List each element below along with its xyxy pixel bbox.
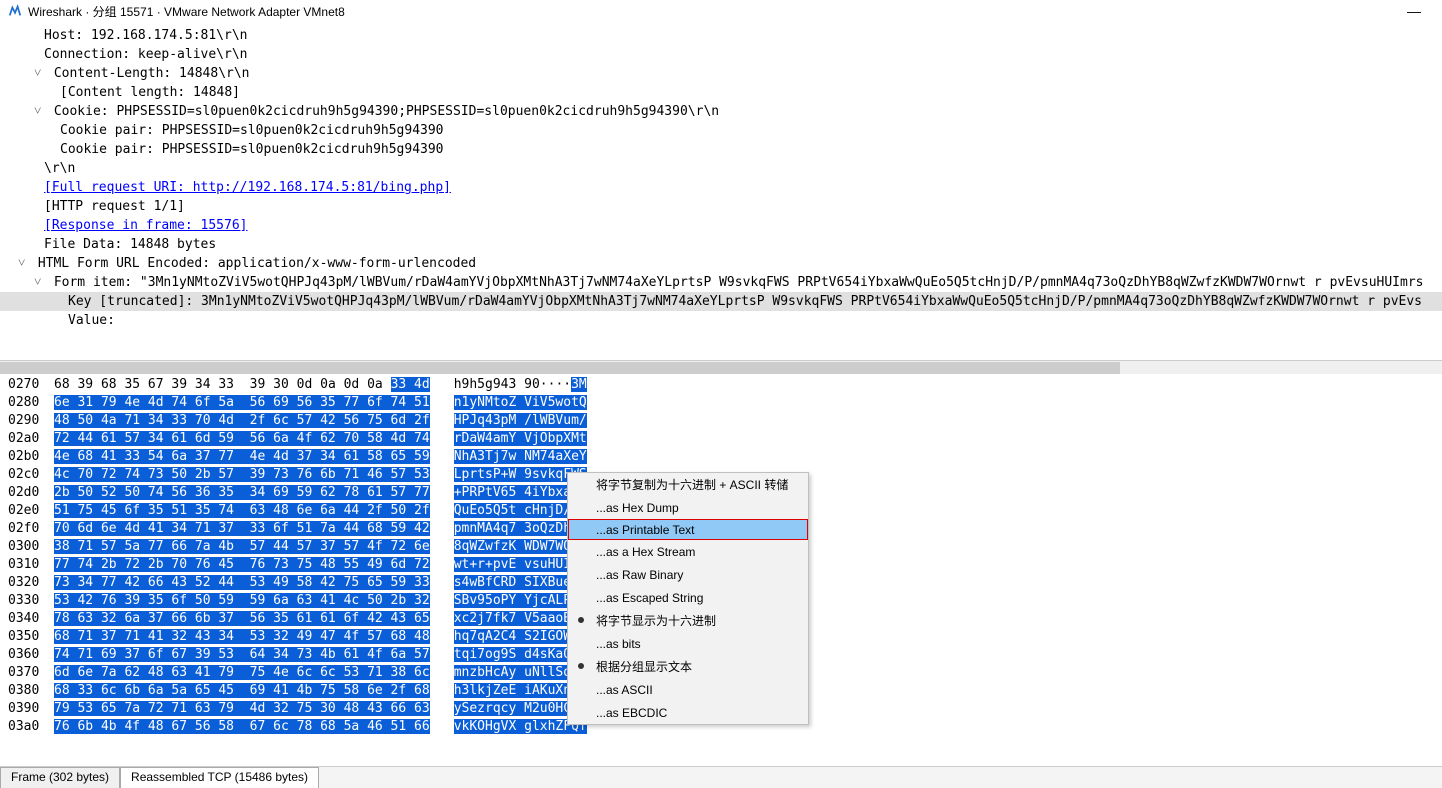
detail-form-header[interactable]: ˅ HTML Form URL Encoded: application/x-w… (0, 254, 1442, 273)
menu-item-hex-stream[interactable]: ...as a Hex Stream (568, 540, 808, 563)
hex-row[interactable]: 02a072 44 61 57 34 61 6d 59 56 6a 4f 62 … (0, 430, 1442, 448)
wireshark-icon (8, 4, 22, 18)
hex-ascii[interactable]: NhA3Tj7w NM74aXeY (454, 448, 587, 466)
hex-bytes[interactable]: 70 6d 6e 4d 41 34 71 37 33 6f 51 7a 44 6… (54, 520, 430, 538)
hex-offset: 0310 (0, 556, 54, 574)
menu-item-ebcdic[interactable]: ...as EBCDIC (568, 701, 808, 724)
hex-offset: 03a0 (0, 718, 54, 736)
detail-content-length[interactable]: ˅ Content-Length: 14848\r\n (0, 64, 1442, 83)
hex-offset: 02e0 (0, 502, 54, 520)
hex-offset: 0350 (0, 628, 54, 646)
hex-bytes[interactable]: 48 50 4a 71 34 33 70 4d 2f 6c 57 42 56 7… (54, 412, 430, 430)
hex-offset: 0340 (0, 610, 54, 628)
detail-value[interactable]: Value: (0, 311, 1442, 330)
hex-bytes[interactable]: 76 6b 4b 4f 48 67 56 58 67 6c 78 68 5a 4… (54, 718, 430, 736)
tab-reassembled-tcp[interactable]: Reassembled TCP (15486 bytes) (120, 767, 319, 788)
menu-item-raw-binary[interactable]: ...as Raw Binary (568, 563, 808, 586)
hex-bytes[interactable]: 53 42 76 39 35 6f 50 59 59 6a 63 41 4c 5… (54, 592, 430, 610)
hex-offset: 02a0 (0, 430, 54, 448)
tab-frame[interactable]: Frame (302 bytes) (0, 767, 120, 788)
hex-bytes[interactable]: 77 74 2b 72 2b 70 76 45 76 73 75 48 55 4… (54, 556, 430, 574)
menu-item-hex-dump[interactable]: ...as Hex Dump (568, 496, 808, 519)
detail-connection[interactable]: Connection: keep-alive\r\n (0, 45, 1442, 64)
packet-detail-pane[interactable]: Host: 192.168.174.5:81\r\n Connection: k… (0, 22, 1442, 360)
hex-bytes[interactable]: 68 33 6c 6b 6a 5a 65 45 69 41 4b 75 58 6… (54, 682, 430, 700)
menu-header-show-bytes: 将字节显示为十六进制 (568, 609, 808, 632)
window-controls: — (1404, 3, 1434, 19)
detail-file-data[interactable]: File Data: 14848 bytes (0, 235, 1442, 254)
hex-offset: 02f0 (0, 520, 54, 538)
hex-offset: 0300 (0, 538, 54, 556)
hex-row[interactable]: 027068 39 68 35 67 39 34 33 39 30 0d 0a … (0, 376, 1442, 394)
menu-item-ascii[interactable]: ...as ASCII (568, 678, 808, 701)
menu-header-copy-bytes: 将字节复制为十六进制 + ASCII 转储 (568, 473, 808, 496)
minimize-button[interactable]: — (1404, 3, 1424, 19)
menu-item-bits[interactable]: ...as bits (568, 632, 808, 655)
hex-offset: 02c0 (0, 466, 54, 484)
scrollbar-horizontal[interactable] (0, 360, 1442, 374)
hex-ascii[interactable]: rDaW4amY VjObpXMt (454, 430, 587, 448)
hex-bytes[interactable]: 78 63 32 6a 37 66 6b 37 56 35 61 61 6f 4… (54, 610, 430, 628)
hex-ascii[interactable]: n1yNMtoZ ViV5wotQ (454, 394, 587, 412)
hex-ascii[interactable]: h9h5g943 90····3M (454, 376, 587, 394)
menu-header-show-text: 根据分组显示文本 (568, 655, 808, 678)
hex-offset: 0270 (0, 376, 54, 394)
hex-offset: 0290 (0, 412, 54, 430)
hex-offset: 0370 (0, 664, 54, 682)
detail-cookie[interactable]: ˅ Cookie: PHPSESSID=sl0puen0k2cicdruh9h5… (0, 102, 1442, 121)
hex-bytes[interactable]: 73 34 77 42 66 43 52 44 53 49 58 42 75 6… (54, 574, 430, 592)
hex-bytes[interactable]: 74 71 69 37 6f 67 39 53 64 34 73 4b 61 4… (54, 646, 430, 664)
bullet-icon (578, 617, 584, 623)
hex-offset: 0380 (0, 682, 54, 700)
hex-offset: 0360 (0, 646, 54, 664)
hex-offset: 0390 (0, 700, 54, 718)
chevron-down-icon[interactable]: ˅ (34, 64, 46, 83)
detail-crlf[interactable]: \r\n (0, 159, 1442, 178)
detail-response-frame[interactable]: [Response in frame: 15576] (0, 216, 1442, 235)
hex-bytes[interactable]: 38 71 57 5a 77 66 7a 4b 57 44 57 37 57 4… (54, 538, 430, 556)
hex-bytes[interactable]: 2b 50 52 50 74 56 36 35 34 69 59 62 78 6… (54, 484, 430, 502)
hex-bytes[interactable]: 4e 68 41 33 54 6a 37 77 4e 4d 37 34 61 5… (54, 448, 430, 466)
hex-row[interactable]: 02b04e 68 41 33 54 6a 37 77 4e 4d 37 34 … (0, 448, 1442, 466)
hex-offset: 02b0 (0, 448, 54, 466)
hex-ascii[interactable]: HPJq43pM /lWBVum/ (454, 412, 587, 430)
hex-bytes[interactable]: 51 75 45 6f 35 51 35 74 63 48 6e 6a 44 2… (54, 502, 430, 520)
titlebar: Wireshark · 分组 15571 · VMware Network Ad… (0, 0, 1442, 22)
hex-offset: 0280 (0, 394, 54, 412)
hex-bytes[interactable]: 68 71 37 71 41 32 43 34 53 32 49 47 4f 5… (54, 628, 430, 646)
hex-offset: 02d0 (0, 484, 54, 502)
hex-bytes[interactable]: 6e 31 79 4e 4d 74 6f 5a 56 69 56 35 77 6… (54, 394, 430, 412)
response-frame-link[interactable]: [Response in frame: 15576] (44, 218, 248, 233)
chevron-down-icon[interactable]: ˅ (34, 102, 46, 121)
detail-http-request[interactable]: [HTTP request 1/1] (0, 197, 1442, 216)
hex-offset: 0330 (0, 592, 54, 610)
hex-bytes[interactable]: 68 39 68 35 67 39 34 33 39 30 0d 0a 0d 0… (54, 376, 430, 394)
hex-bytes[interactable]: 6d 6e 7a 62 48 63 41 79 75 4e 6c 6c 53 7… (54, 664, 430, 682)
window-title: Wireshark · 分组 15571 · VMware Network Ad… (28, 3, 345, 20)
detail-form-item[interactable]: ˅ Form item: "3Mn1yNMtoZViV5wotQHPJq43pM… (0, 273, 1442, 292)
menu-item-escaped-string[interactable]: ...as Escaped String (568, 586, 808, 609)
detail-cookie-pair[interactable]: Cookie pair: PHPSESSID=sl0puen0k2cicdruh… (0, 121, 1442, 140)
bottom-tabs: Frame (302 bytes) Reassembled TCP (15486… (0, 766, 1442, 788)
detail-cookie-pair[interactable]: Cookie pair: PHPSESSID=sl0puen0k2cicdruh… (0, 140, 1442, 159)
hex-bytes[interactable]: 72 44 61 57 34 61 6d 59 56 6a 4f 62 70 5… (54, 430, 430, 448)
chevron-down-icon[interactable]: ˅ (18, 254, 30, 273)
detail-host[interactable]: Host: 192.168.174.5:81\r\n (0, 26, 1442, 45)
detail-content-length-inner[interactable]: [Content length: 14848] (0, 83, 1442, 102)
menu-item-printable-text[interactable]: ...as Printable Text (568, 519, 808, 540)
scrollbar-thumb[interactable] (0, 362, 1120, 374)
hex-bytes[interactable]: 79 53 65 7a 72 71 63 79 4d 32 75 30 48 4… (54, 700, 430, 718)
context-menu: 将字节复制为十六进制 + ASCII 转储 ...as Hex Dump ...… (567, 472, 809, 725)
hex-bytes[interactable]: 4c 70 72 74 73 50 2b 57 39 73 76 6b 71 4… (54, 466, 430, 484)
hex-row[interactable]: 02806e 31 79 4e 4d 74 6f 5a 56 69 56 35 … (0, 394, 1442, 412)
full-uri-link[interactable]: [Full request URI: http://192.168.174.5:… (44, 180, 451, 195)
detail-full-uri[interactable]: [Full request URI: http://192.168.174.5:… (0, 178, 1442, 197)
hex-row[interactable]: 029048 50 4a 71 34 33 70 4d 2f 6c 57 42 … (0, 412, 1442, 430)
detail-key[interactable]: Key [truncated]: 3Mn1yNMtoZViV5wotQHPJq4… (0, 292, 1442, 311)
chevron-down-icon[interactable]: ˅ (34, 273, 46, 292)
bullet-icon (578, 663, 584, 669)
hex-offset: 0320 (0, 574, 54, 592)
